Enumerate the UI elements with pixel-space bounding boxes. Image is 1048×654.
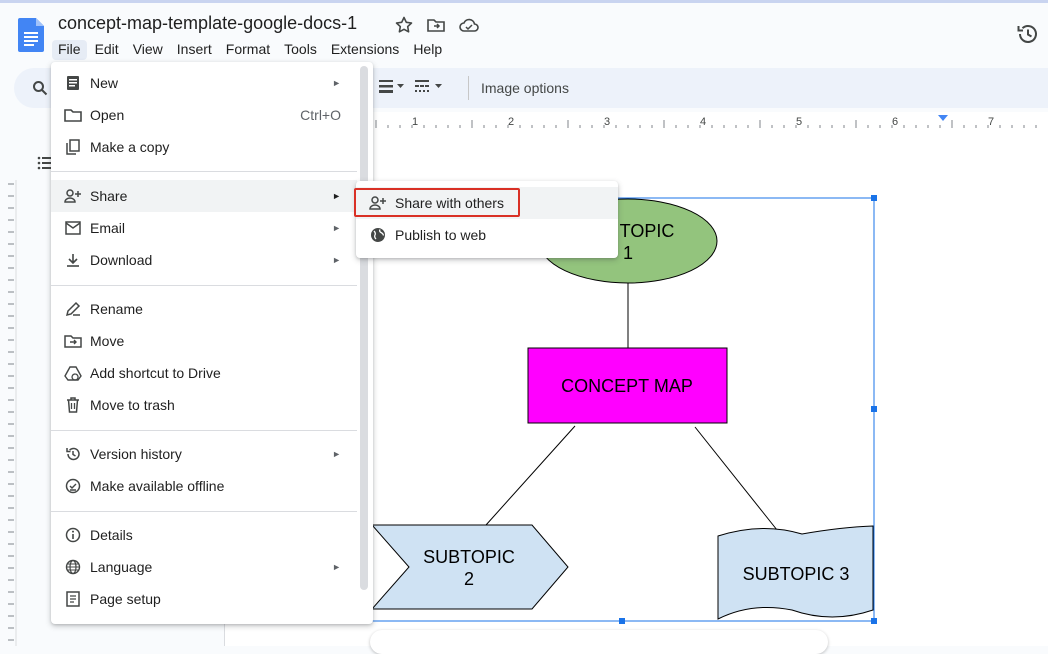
- menu-item-language[interactable]: Language ►: [51, 551, 357, 583]
- horizontal-ruler[interactable]: 1 2 3 4 5 6 7: [372, 112, 1048, 133]
- subtopic-2-label-line2: 2: [464, 569, 474, 589]
- line-weight-icon[interactable]: [378, 78, 406, 94]
- ruler-label-1: 1: [412, 116, 418, 128]
- submenu-arrow: ►: [332, 562, 341, 572]
- connector-line: [485, 425, 576, 526]
- vertical-ruler[interactable]: [0, 180, 22, 646]
- offline-icon: [64, 477, 82, 495]
- menu-view[interactable]: View: [127, 40, 169, 60]
- menu-extensions[interactable]: Extensions: [325, 40, 405, 60]
- ruler-label-5: 5: [796, 116, 802, 128]
- star-icon[interactable]: [394, 15, 414, 35]
- ruler-label-3: 3: [604, 116, 610, 128]
- menu-item-make-available-offline[interactable]: Make available offline: [51, 470, 357, 502]
- page-setup-icon: [64, 590, 82, 608]
- toolbar-divider: [468, 76, 469, 100]
- version-history-icon[interactable]: [1016, 22, 1040, 46]
- ruler-label-2: 2: [508, 116, 514, 128]
- subtopic-1-label-line2: 1: [623, 243, 633, 263]
- submenu-arrow: ►: [332, 78, 341, 88]
- connector-line: [694, 426, 786, 541]
- subtopic-2-label-line1: SUBTOPIC: [423, 547, 515, 567]
- globe-icon: [369, 226, 387, 244]
- menu-divider: [51, 171, 357, 172]
- menu-edit[interactable]: Edit: [89, 40, 125, 60]
- menu-help[interactable]: Help: [407, 40, 448, 60]
- folder-open-icon: [64, 106, 82, 124]
- menu-item-share[interactable]: Share ►: [51, 180, 357, 212]
- ruler-label-6: 6: [892, 116, 898, 128]
- menu-item-move[interactable]: Move: [51, 325, 357, 357]
- cloud-saved-icon[interactable]: [458, 15, 479, 35]
- menu-bar: File Edit View Insert Format Tools Exten…: [52, 40, 450, 60]
- image-floating-toolbar[interactable]: [370, 630, 828, 654]
- download-icon: [64, 251, 82, 269]
- menu-item-version-history[interactable]: Version history ►: [51, 438, 357, 470]
- resize-handle: [871, 406, 877, 412]
- move-folder-icon: [64, 332, 82, 350]
- menu-item-download[interactable]: Download ►: [51, 244, 357, 276]
- window-top-edge: [0, 0, 1048, 3]
- shortcut-label: Ctrl+O: [300, 107, 341, 123]
- image-options-button[interactable]: Image options: [481, 80, 569, 96]
- submenu-item-publish-to-web[interactable]: Publish to web: [356, 219, 618, 251]
- ruler-label-4: 4: [700, 116, 706, 128]
- resize-handle: [871, 195, 877, 201]
- submenu-arrow: ►: [332, 255, 341, 265]
- right-indent-marker: [938, 115, 948, 121]
- line-dash-icon[interactable]: [414, 78, 444, 94]
- menu-item-make-a-copy[interactable]: Make a copy: [51, 131, 357, 163]
- menu-divider: [51, 511, 357, 512]
- menu-item-details[interactable]: Details: [51, 519, 357, 551]
- doc-new-icon: [64, 74, 82, 92]
- concept-map-label: CONCEPT MAP: [561, 376, 693, 396]
- subtopic-3-label: SUBTOPIC 3: [743, 564, 850, 584]
- search-menus-icon[interactable]: [32, 80, 48, 96]
- highlight-annotation-box: [354, 188, 520, 217]
- menu-format[interactable]: Format: [220, 40, 276, 60]
- menu-scrollbar[interactable]: [360, 66, 368, 590]
- person-add-icon: [64, 187, 82, 205]
- history-icon: [64, 445, 82, 463]
- menu-item-add-shortcut[interactable]: Add shortcut to Drive: [51, 357, 357, 389]
- menu-item-new[interactable]: New ►: [51, 67, 357, 99]
- menu-divider: [51, 430, 357, 431]
- menu-item-email[interactable]: Email ►: [51, 212, 357, 244]
- rename-icon: [64, 300, 82, 318]
- menu-item-move-to-trash[interactable]: Move to trash: [51, 389, 357, 421]
- trash-icon: [64, 396, 82, 414]
- ruler-label-7: 7: [988, 116, 994, 128]
- mail-icon: [64, 219, 82, 237]
- subtopic-2-chevron: [372, 524, 569, 610]
- drive-shortcut-icon: [64, 364, 82, 382]
- menu-item-page-setup[interactable]: Page setup: [51, 583, 357, 615]
- menu-divider: [51, 285, 357, 286]
- resize-handle: [619, 618, 625, 624]
- move-folder-icon[interactable]: [426, 15, 446, 35]
- menu-insert[interactable]: Insert: [171, 40, 218, 60]
- menu-item-open[interactable]: Open Ctrl+O: [51, 99, 357, 131]
- document-title[interactable]: concept-map-template-google-docs-1: [58, 13, 357, 34]
- menu-tools[interactable]: Tools: [278, 40, 323, 60]
- menu-item-rename[interactable]: Rename: [51, 293, 357, 325]
- submenu-arrow: ►: [332, 191, 341, 201]
- google-docs-logo-icon[interactable]: [18, 18, 44, 52]
- submenu-arrow: ►: [332, 223, 341, 233]
- copy-icon: [64, 138, 82, 156]
- resize-handle: [871, 618, 877, 624]
- submenu-arrow: ►: [332, 449, 341, 459]
- menu-file[interactable]: File: [52, 40, 87, 60]
- file-menu: New ► Open Ctrl+O Make a copy Share ► Em…: [51, 62, 373, 624]
- globe-icon: [64, 558, 82, 576]
- info-icon: [64, 526, 82, 544]
- subtopic-1-label-line1: TOPIC: [620, 221, 675, 241]
